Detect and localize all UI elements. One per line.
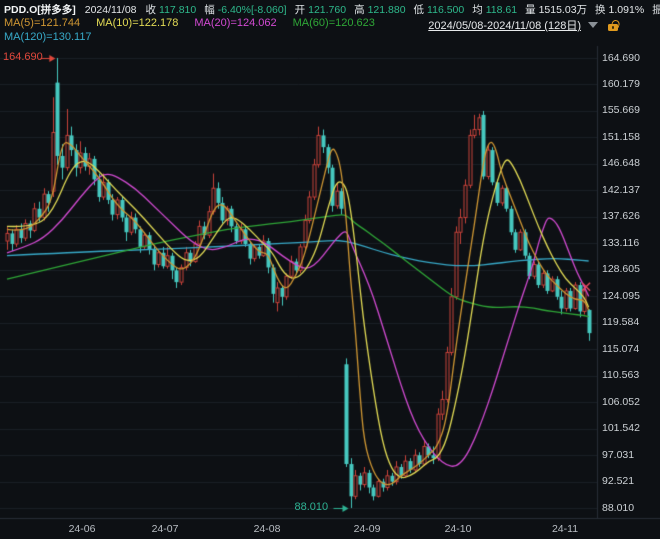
ma-legend-item: MA(5)=121.744 [4, 17, 80, 29]
unlock-icon[interactable] [607, 19, 620, 32]
price-tick-label: 160.179 [602, 78, 640, 90]
stock-symbol: PDD.O[拼多多] [4, 2, 76, 17]
ma-legend-item: MA(20)=124.062 [194, 17, 276, 29]
price-tick-label: 164.690 [602, 52, 640, 64]
price-tick-label: 146.648 [602, 157, 640, 169]
price-tick-label: 124.095 [602, 290, 640, 302]
month-tick-label: 24-11 [543, 523, 587, 535]
stat-item: 量1515.03万 [525, 2, 587, 17]
low-price-annotation: 88.010 [295, 501, 329, 513]
candlestick-chart[interactable] [0, 0, 660, 539]
chevron-down-icon[interactable] [588, 22, 598, 28]
price-tick-label: 137.626 [602, 210, 640, 222]
price-tick-label: 106.052 [602, 396, 640, 408]
price-tick-label: 128.605 [602, 263, 640, 275]
stat-item: 低116.500 [414, 2, 465, 17]
price-tick-label: 92.521 [602, 475, 634, 487]
price-tick-label: 97.031 [602, 449, 634, 461]
month-tick-label: 24-09 [345, 523, 389, 535]
stat-item: 幅-6.40%[-8.060] [204, 2, 286, 17]
quote-date: 2024/11/08 [85, 4, 137, 16]
stock-info-bar: PDD.O[拼多多] 2024/11/08 收117.810 幅-6.40%[-8… [4, 2, 660, 17]
ma-legend-row-1: MA(5)=121.744 MA(10)=122.178 MA(20)=124.06… [4, 17, 391, 29]
stat-item: 振4.27% [652, 2, 660, 17]
stat-item: 高121.880 [354, 2, 405, 17]
date-range-selector[interactable]: 2024/05/08-2024/11/08 (128日) [428, 17, 620, 33]
high-price-annotation: 164.690 [3, 51, 43, 63]
month-tick-label: 24-06 [60, 523, 104, 535]
price-tick-label: 110.563 [602, 369, 639, 381]
stat-item: 收117.810 [146, 2, 197, 17]
ma-legend-item: MA(60)=120.623 [293, 17, 375, 29]
stat-item: 均118.61 [472, 2, 517, 17]
price-tick-label: 119.584 [602, 316, 639, 328]
stat-item: 开121.760 [295, 2, 346, 17]
ma-legend-row-2: MA(120)=130.117 [4, 31, 108, 43]
price-tick-label: 142.137 [602, 184, 640, 196]
month-tick-label: 24-07 [143, 523, 187, 535]
stock-chart-panel: PDD.O[拼多多] 2024/11/08 收117.810 幅-6.40%[-8… [0, 0, 660, 539]
stat-item: 换1.091% [595, 2, 644, 17]
price-tick-label: 133.116 [602, 237, 639, 249]
price-tick-label: 155.669 [602, 104, 640, 116]
price-tick-label: 101.542 [602, 422, 640, 434]
price-tick-label: 151.158 [602, 131, 640, 143]
price-tick-label: 115.074 [602, 343, 639, 355]
ma-legend-item: MA(120)=130.117 [4, 31, 92, 43]
padlock-keyhole [612, 26, 614, 29]
ma-legend-item: MA(10)=122.178 [96, 17, 178, 29]
date-range-label[interactable]: 2024/05/08-2024/11/08 (128日) [428, 17, 581, 33]
month-tick-label: 24-10 [436, 523, 480, 535]
price-tick-label: 88.010 [602, 502, 634, 514]
month-tick-label: 24-08 [245, 523, 289, 535]
